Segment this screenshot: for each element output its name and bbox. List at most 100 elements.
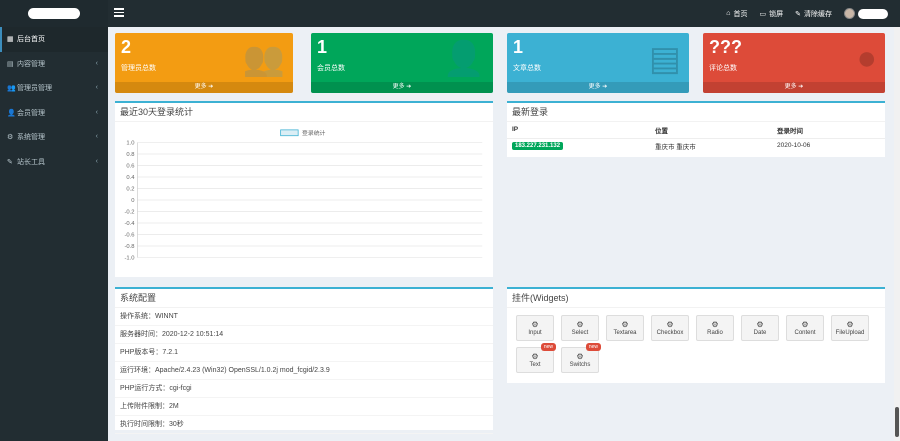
- nav-home[interactable]: ⌂ 首页: [726, 9, 747, 19]
- stat-card-admins: 2 管理员总数 👥 更多 ➔: [115, 33, 293, 93]
- widget-label: FileUpload: [835, 330, 865, 336]
- gear-icon: ⚙: [531, 320, 539, 329]
- widget-label: Radio: [707, 330, 723, 336]
- sidebar-item-system[interactable]: ⚙ 系统管理 ‹: [0, 125, 108, 150]
- widget-label: Textarea: [613, 330, 637, 336]
- widget-date-button[interactable]: ⚙ Date: [741, 315, 779, 341]
- ip-badge: 183.227.231.132: [512, 141, 564, 150]
- username-redacted: [858, 8, 888, 19]
- system-config-box: 系统配置 操作系统：WINNT 服务器时间：2020-12-2 10:51:14…: [115, 287, 493, 434]
- info-row: 上传附件限制：2M: [115, 398, 493, 416]
- info-row: 服务器时间：2020-12-2 10:51:14: [115, 326, 493, 344]
- more-link[interactable]: 更多 ➔: [703, 82, 885, 93]
- widget-label: Text: [529, 362, 541, 368]
- more-link[interactable]: 更多 ➔: [311, 82, 493, 93]
- info-row: 执行时间限制：30秒: [115, 416, 493, 434]
- dashboard-icon: ▦: [7, 36, 14, 44]
- stat-value: 2: [121, 37, 132, 57]
- scrollbar-thumb[interactable]: [895, 407, 899, 437]
- widget-label: Switchs: [569, 362, 591, 368]
- logo-redacted: [28, 8, 80, 19]
- wrench-icon: ✎: [7, 158, 13, 166]
- gear-icon: ⚙: [756, 320, 764, 329]
- y-tick-label: 0.6: [126, 163, 134, 169]
- widget-fileupload-button[interactable]: ⚙ FileUpload: [831, 315, 869, 341]
- monitor-icon: ▭: [759, 10, 767, 18]
- page-scrollbar[interactable]: [894, 27, 900, 441]
- y-tick-label: 0.8: [126, 152, 134, 158]
- column-header-time: 登录时间: [772, 122, 885, 139]
- more-link[interactable]: 更多 ➔: [507, 82, 689, 93]
- user-group-icon: 👤: [7, 109, 16, 117]
- widgets-box: 挂件(Widgets) ⚙ Input ⚙ Select ⚙ Textarea ⚙ Ch…: [507, 287, 885, 383]
- info-row: 操作系统：WINNT: [115, 308, 493, 326]
- users-icon: 👥: [242, 40, 285, 78]
- stat-label: 文章总数: [513, 65, 541, 72]
- user-menu[interactable]: [844, 8, 888, 19]
- new-badge: new: [585, 343, 601, 351]
- sidebar-item-content[interactable]: ▤ 内容管理 ‹: [0, 52, 108, 77]
- nav-clear-cache[interactable]: ✎ 清除缓存: [795, 9, 832, 19]
- top-bar: ⌂ 首页 ▭ 锁屏 ✎ 清除缓存: [0, 0, 900, 27]
- chart-legend: 登录统计: [280, 129, 326, 137]
- sidebar-item-dashboard[interactable]: ▦ 后台首页: [0, 27, 108, 52]
- gear-icon: ⚙: [666, 320, 674, 329]
- chevron-left-icon: ‹: [95, 59, 98, 67]
- stat-label: 管理员总数: [121, 65, 156, 72]
- sidebar-item-label: 会员管理: [17, 109, 45, 117]
- menu-toggle-icon[interactable]: [114, 8, 124, 18]
- chevron-left-icon: ‹: [95, 133, 98, 140]
- y-tick-label: -0.8: [124, 244, 134, 250]
- y-tick-label: -1.0: [124, 255, 135, 261]
- widget-radio-button[interactable]: ⚙ Radio: [696, 315, 734, 341]
- box-title: 最近30天登录统计: [115, 103, 493, 122]
- new-badge: new: [540, 343, 556, 351]
- gear-icon: ⚙: [621, 320, 629, 329]
- brand-logo[interactable]: [0, 0, 108, 27]
- y-tick-label: 1.0: [126, 140, 135, 146]
- widget-label: Input: [528, 330, 542, 336]
- location-cell: 重庆市 重庆市: [655, 143, 696, 151]
- sidebar-item-admins[interactable]: 👥 管理员管理 ‹: [0, 76, 108, 101]
- sidebar-item-label: 站长工具: [17, 158, 45, 166]
- gear-icon: ⚙: [576, 352, 584, 361]
- y-tick-label: 0: [131, 198, 135, 204]
- brush-icon: ✎: [795, 10, 801, 18]
- stat-card-comments: ??? 评论总数 ● 更多 ➔: [703, 33, 885, 93]
- widget-checkbox-button[interactable]: ⚙ Checkbox: [651, 315, 689, 341]
- y-tick-label: -0.2: [124, 209, 134, 215]
- widget-label: Select: [571, 330, 589, 336]
- gear-icon: ⚙: [711, 320, 719, 329]
- comment-icon: ●: [856, 39, 877, 77]
- widget-input-button[interactable]: ⚙ Input: [516, 315, 554, 341]
- latest-login-box: 最新登录 IP 位置 登录时间 183.227.231.132 重庆市 重庆市 …: [507, 101, 885, 157]
- widget-content-button[interactable]: ⚙ Content: [786, 315, 824, 341]
- widget-label: Checkbox: [656, 330, 684, 336]
- home-icon: ⌂: [726, 10, 731, 17]
- nav-lock[interactable]: ▭ 锁屏: [760, 9, 784, 19]
- widget-textarea-button[interactable]: ⚙ Textarea: [606, 315, 644, 341]
- info-row: 运行环境：Apache/2.4.23 (Win32) OpenSSL/1.0.2…: [115, 362, 493, 380]
- box-title: 最新登录: [507, 103, 885, 122]
- gear-icon: ⚙: [846, 320, 854, 329]
- gear-icon: ⚙: [801, 320, 809, 329]
- sidebar-item-members[interactable]: 👤 会员管理 ‹: [0, 101, 108, 126]
- table-row: 183.227.231.132 重庆市 重庆市 2020-10-06: [507, 138, 885, 153]
- box-title: 系统配置: [115, 289, 493, 308]
- widget-switchs-button[interactable]: new ⚙ Switchs: [561, 343, 601, 373]
- document-icon: ▤: [648, 40, 681, 78]
- y-tick-label: 0.4: [126, 175, 135, 181]
- ip-cell: 183.227.231.132: [507, 138, 650, 153]
- widget-select-button[interactable]: ⚙ Select: [561, 315, 599, 341]
- login-chart-box: 最近30天登录统计 登录统计 1.0 0.8 0.6 0.4 0.2 0 -0.2 -0.4 -…: [115, 101, 493, 277]
- users-icon: 👥: [7, 85, 16, 93]
- chevron-left-icon: ‹: [95, 108, 98, 116]
- top-nav: ⌂ 首页 ▭ 锁屏 ✎ 清除缓存: [726, 0, 888, 27]
- sidebar-item-tools[interactable]: ✎ 站长工具 ‹: [0, 150, 108, 175]
- widget-text-button[interactable]: new ⚙ Text: [516, 343, 556, 373]
- gear-icon: ⚙: [531, 352, 539, 361]
- stat-value: 1: [513, 37, 524, 57]
- sidebar-item-label: 系统管理: [17, 134, 45, 142]
- nav-home-label: 首页: [733, 10, 748, 18]
- more-link[interactable]: 更多 ➔: [115, 82, 293, 93]
